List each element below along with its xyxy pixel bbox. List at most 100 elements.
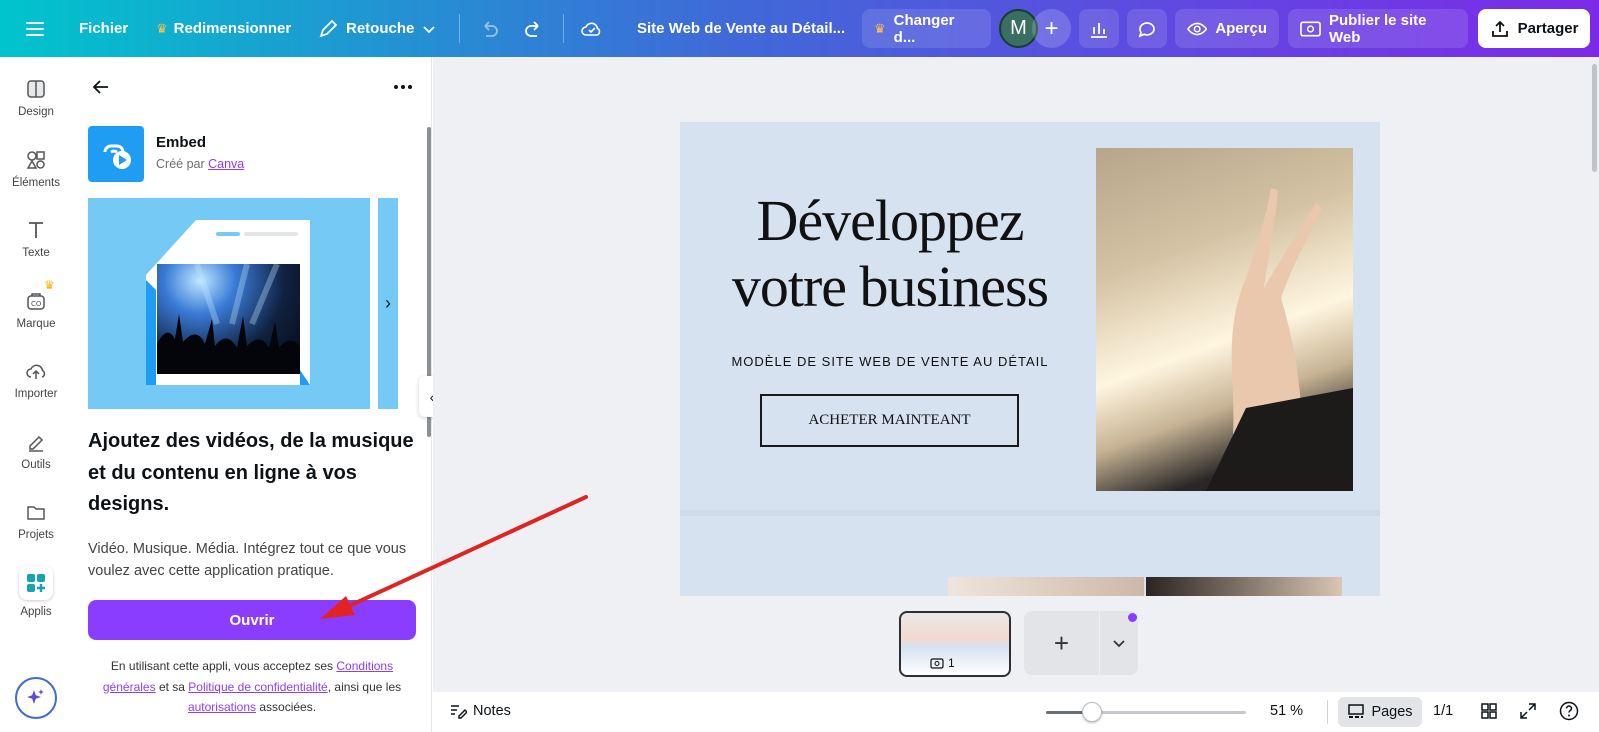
pencil-icon	[319, 19, 338, 37]
upload-share-icon	[1491, 20, 1508, 37]
add-collaborator-button[interactable]: +	[1032, 9, 1071, 48]
help-icon[interactable]	[1558, 700, 1580, 722]
model-photo[interactable]	[948, 577, 1144, 596]
model-photo-dark[interactable]	[1146, 577, 1342, 596]
preview-button[interactable]: Aperçu	[1175, 9, 1279, 48]
pages-icon	[1348, 704, 1365, 718]
bar-chart-icon	[1091, 22, 1107, 38]
notes-button[interactable]: Notes	[449, 702, 511, 720]
resize-button[interactable]: ♛ Redimensionner	[156, 0, 291, 57]
undo-icon[interactable]	[478, 0, 500, 57]
app-description: Vidéo. Musique. Média. Intégrez tout ce …	[88, 541, 407, 579]
grid-view-icon[interactable]	[1478, 700, 1500, 722]
concert-photo	[157, 262, 300, 374]
pages-label: Pages	[1371, 704, 1413, 720]
add-page-button[interactable]: +	[1024, 611, 1099, 675]
rail-item-upload[interactable]: Importer	[0, 347, 72, 413]
rail-label: Applis	[20, 606, 52, 618]
bottom-divider	[1327, 700, 1328, 724]
folder-icon	[27, 506, 45, 520]
crown-icon: ♛	[44, 278, 55, 292]
creator-link[interactable]: Canva	[208, 157, 244, 171]
buy-now-button[interactable]: ACHETER MAINTEANT	[760, 394, 1019, 447]
terms-text: En utilisant cette appli, vous acceptez …	[110, 659, 334, 673]
rail-item-projects[interactable]: Projets	[0, 488, 72, 554]
rail-item-elements[interactable]: Éléments	[0, 136, 72, 202]
cloud-upload-icon	[26, 364, 46, 379]
notes-label: Notes	[473, 703, 511, 719]
embed-app-icon	[88, 126, 144, 182]
canvas-scrollbar[interactable]	[1592, 64, 1597, 172]
section-divider	[680, 510, 1380, 516]
open-app-button[interactable]: Ouvrir	[88, 600, 416, 640]
sparkle-icon	[27, 689, 44, 704]
resize-label: Redimensionner	[173, 20, 292, 37]
comments-button[interactable]	[1127, 9, 1167, 48]
hamburger-icon[interactable]	[24, 0, 46, 57]
hand-photo[interactable]	[1096, 148, 1353, 491]
fullscreen-icon[interactable]	[1517, 700, 1539, 722]
hero-subtitle[interactable]: MODÈLE DE SITE WEB DE VENTE AU DÉTAIL	[700, 354, 1080, 369]
toolbar-divider	[563, 14, 564, 43]
preview-frame	[146, 220, 310, 385]
terms-notice: En utilisant cette appli, vous acceptez …	[88, 656, 416, 718]
more-options-icon[interactable]	[392, 76, 414, 103]
layout-icon	[27, 80, 45, 98]
page-number: 1	[948, 656, 955, 670]
rail-label: Éléments	[12, 177, 60, 189]
zoom-slider[interactable]	[1046, 702, 1246, 722]
chevron-down-icon	[1113, 640, 1125, 648]
rail-label: Projets	[18, 529, 54, 541]
crown-icon: ♛	[156, 20, 168, 36]
publish-website-button[interactable]: Publier le site Web	[1288, 9, 1468, 48]
rail-item-tools[interactable]: Outils	[0, 418, 72, 484]
bottom-bar	[433, 692, 1599, 732]
rail-label: Marque	[16, 318, 56, 330]
change-plan-button[interactable]: ♛ Changer d...	[862, 9, 991, 48]
svg-text:CO: CO	[31, 300, 42, 308]
retouch-button[interactable]: Retouche	[318, 0, 436, 57]
shapes-icon	[26, 151, 45, 169]
terms-text: et sa	[158, 679, 185, 694]
terms-text: , ainsi que les	[327, 679, 402, 694]
back-arrow-icon[interactable]	[90, 76, 112, 103]
cloud-saved-icon[interactable]	[580, 0, 604, 57]
page-count: 1/1	[1433, 703, 1454, 719]
insights-button[interactable]	[1079, 9, 1119, 48]
page-thumbnail-label: 1	[930, 656, 955, 670]
toolbar-divider	[459, 14, 460, 43]
redo-icon[interactable]	[523, 0, 545, 57]
chevron-down-icon	[423, 25, 435, 33]
zoom-level[interactable]: 51 %	[1270, 703, 1303, 719]
hero-title[interactable]: Développez votre business	[700, 188, 1080, 320]
share-label: Partager	[1517, 20, 1579, 37]
magic-assistant-button[interactable]	[15, 677, 57, 719]
rail-item-apps[interactable]: Applis	[0, 559, 72, 625]
privacy-link[interactable]: Politique de confidentialité	[188, 680, 327, 694]
brand-icon: CO	[27, 293, 45, 310]
permissions-link[interactable]: autorisations	[188, 700, 256, 714]
page-thumbnail[interactable]	[899, 611, 1011, 677]
pen-tool-icon	[29, 435, 44, 452]
rail-label: Importer	[14, 388, 58, 400]
website-icon	[1300, 21, 1321, 36]
file-menu[interactable]: Fichier	[79, 0, 128, 57]
publish-label: Publier le site Web	[1328, 11, 1427, 46]
document-title[interactable]: Site Web de Vente au Détail...	[637, 0, 845, 57]
pages-button[interactable]: Pages	[1338, 697, 1422, 727]
notification-dot	[1128, 613, 1137, 622]
apps-icon	[19, 566, 53, 600]
rail-item-text[interactable]: Texte	[0, 206, 72, 272]
zoom-slider-knob[interactable]	[1081, 702, 1102, 722]
notes-icon	[451, 705, 467, 719]
share-button[interactable]: Partager	[1478, 9, 1590, 48]
eye-icon	[1187, 22, 1208, 35]
chevron-right-icon[interactable]: ›	[385, 293, 391, 314]
app-headline: Ajoutez des vidéos, de la musique et du …	[88, 430, 414, 515]
rail-label: Outils	[21, 459, 51, 471]
rail-item-design[interactable]: Design	[0, 65, 72, 131]
left-rail: Design Éléments Texte CO Marque ♛ Import…	[0, 57, 72, 732]
rail-item-brand[interactable]: CO Marque	[0, 277, 72, 343]
rail-label: Design	[18, 106, 54, 118]
website-icon	[930, 657, 944, 669]
